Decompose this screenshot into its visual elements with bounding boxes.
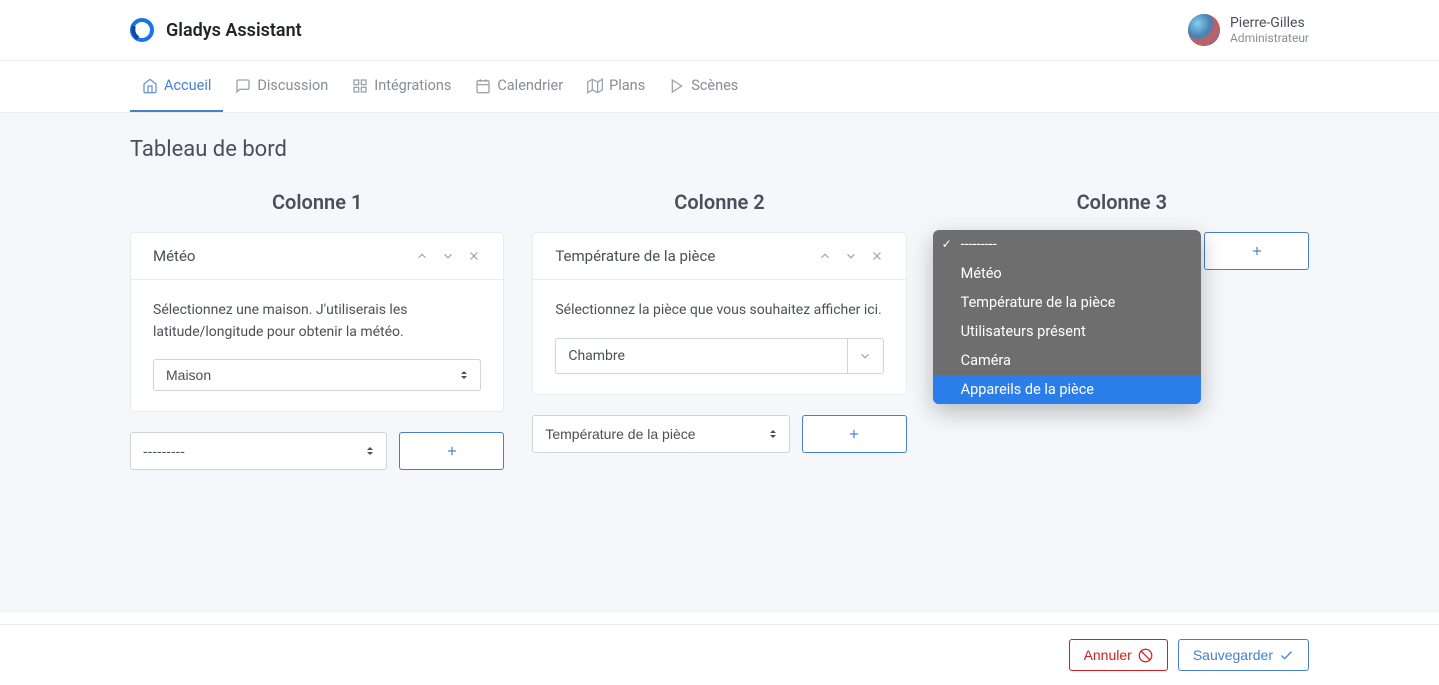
- room-select[interactable]: Chambre: [555, 338, 883, 374]
- add-widget-button[interactable]: [399, 432, 504, 470]
- card-title: Température de la pièce: [555, 247, 715, 265]
- widget-card-temperature: Température de la pièce Sélectionnez la …: [532, 232, 906, 395]
- card-body: Sélectionnez la pièce que vous souhaitez…: [533, 280, 905, 394]
- cancel-button[interactable]: Annuler: [1069, 639, 1168, 671]
- header: Gladys Assistant Pierre-Gilles Administr…: [0, 0, 1439, 61]
- widget-type-select[interactable]: ---------: [130, 432, 387, 470]
- page-title: Tableau de bord: [130, 137, 1309, 162]
- add-widget-button[interactable]: [1204, 232, 1309, 270]
- dropdown-menu: --------- Météo Température de la pièce …: [933, 230, 1201, 404]
- user-info[interactable]: Pierre-Gilles Administrateur: [1188, 14, 1309, 46]
- column-1: Colonne 1 Météo Sélectionnez une maison.…: [130, 190, 504, 470]
- message-icon: [235, 78, 251, 94]
- card-body: Sélectionnez une maison. J'utiliserais l…: [131, 280, 503, 411]
- nav-item-discussion[interactable]: Discussion: [223, 61, 340, 112]
- nav-label: Scènes: [691, 77, 738, 94]
- dropdown-item[interactable]: ---------: [933, 230, 1201, 259]
- close-icon[interactable]: [870, 249, 884, 263]
- dropdown-item[interactable]: Utilisateurs présent: [933, 317, 1201, 346]
- dropdown-item[interactable]: Appareils de la pièce: [933, 375, 1201, 404]
- close-icon[interactable]: [467, 249, 481, 263]
- nav-label: Plans: [609, 77, 645, 94]
- nav-item-plans[interactable]: Plans: [575, 61, 657, 112]
- nav-item-integrations[interactable]: Intégrations: [340, 61, 463, 112]
- nav: Accueil Discussion Intégrations Calendri…: [0, 61, 1439, 113]
- column-2: Colonne 2 Température de la pièce Sélect…: [532, 190, 906, 470]
- card-title: Météo: [153, 247, 195, 265]
- nav-item-scenes[interactable]: Scènes: [657, 61, 750, 112]
- card-description: Sélectionnez une maison. J'utiliserais l…: [153, 300, 481, 343]
- main-content: Tableau de bord Colonne 1 Météo Sélectio…: [0, 113, 1439, 613]
- nav-item-calendrier[interactable]: Calendrier: [463, 61, 575, 112]
- dropdown-item[interactable]: Température de la pièce: [933, 288, 1201, 317]
- chevron-up-icon[interactable]: [415, 249, 429, 263]
- room-select-value: Chambre: [556, 348, 846, 364]
- chevron-down-icon: [847, 339, 883, 373]
- column-bottom-row: Température de la pièce: [532, 415, 906, 453]
- nav-label: Calendrier: [497, 77, 563, 94]
- columns-container: Colonne 1 Météo Sélectionnez une maison.…: [130, 190, 1309, 470]
- column-bottom-row: --------- Météo Température de la pièce …: [935, 232, 1309, 270]
- nav-label: Discussion: [257, 77, 328, 94]
- brand[interactable]: Gladys Assistant: [130, 18, 302, 42]
- dropdown-item[interactable]: Météo: [933, 259, 1201, 288]
- column-3: Colonne 3 --------- Météo Température de…: [935, 190, 1309, 470]
- card-header: Météo: [131, 233, 503, 280]
- widget-type-select[interactable]: Température de la pièce: [532, 415, 789, 453]
- column-title: Colonne 2: [532, 190, 906, 214]
- user-name: Pierre-Gilles: [1230, 15, 1309, 31]
- save-button[interactable]: Sauvegarder: [1178, 639, 1309, 671]
- add-widget-button[interactable]: [802, 415, 907, 453]
- avatar: [1188, 14, 1220, 46]
- nav-label: Intégrations: [374, 77, 451, 94]
- card-actions: [415, 249, 481, 263]
- home-icon: [142, 78, 158, 94]
- check-icon: [1279, 648, 1294, 663]
- plus-icon: [847, 427, 861, 441]
- user-role: Administrateur: [1230, 31, 1309, 45]
- plus-icon: [445, 444, 459, 458]
- dropdown-item[interactable]: Caméra: [933, 346, 1201, 375]
- grid-icon: [352, 78, 368, 94]
- column-title: Colonne 3: [935, 190, 1309, 214]
- logo-icon: [130, 18, 154, 42]
- cancel-icon: [1138, 648, 1153, 663]
- cancel-label: Annuler: [1084, 647, 1132, 663]
- map-icon: [587, 78, 603, 94]
- card-header: Température de la pièce: [533, 233, 905, 280]
- chevron-down-icon[interactable]: [844, 249, 858, 263]
- chevron-up-icon[interactable]: [818, 249, 832, 263]
- nav-item-accueil[interactable]: Accueil: [130, 61, 223, 112]
- calendar-icon: [475, 78, 491, 94]
- chevron-down-icon[interactable]: [441, 249, 455, 263]
- save-label: Sauvegarder: [1193, 647, 1273, 663]
- play-icon: [669, 78, 685, 94]
- nav-label: Accueil: [164, 77, 211, 94]
- card-actions: [818, 249, 884, 263]
- house-select[interactable]: Maison: [153, 359, 481, 391]
- column-title: Colonne 1: [130, 190, 504, 214]
- footer: Annuler Sauvegarder: [0, 624, 1439, 685]
- card-description: Sélectionnez la pièce que vous souhaitez…: [555, 300, 883, 322]
- column-bottom-row: ---------: [130, 432, 504, 470]
- brand-name: Gladys Assistant: [166, 20, 302, 41]
- plus-icon: [1250, 244, 1264, 258]
- widget-card-meteo: Météo Sélectionnez une maison. J'utilise…: [130, 232, 504, 412]
